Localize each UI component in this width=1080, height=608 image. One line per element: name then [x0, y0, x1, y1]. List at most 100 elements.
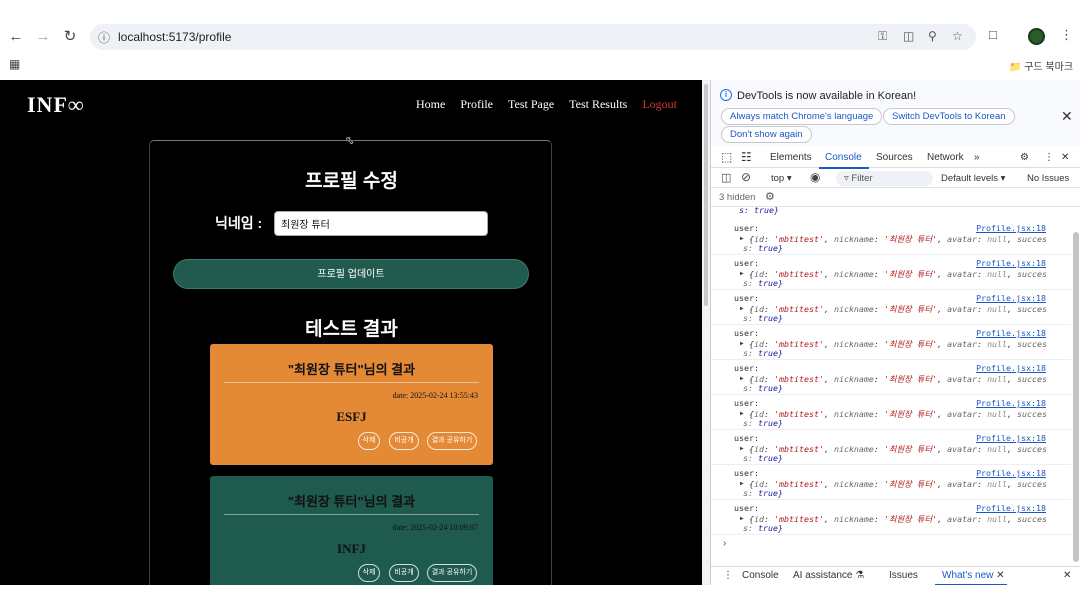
- log-source-link[interactable]: Profile.jsx:18: [976, 258, 1046, 268]
- update-profile-button[interactable]: 프로필 업데이트: [173, 259, 529, 289]
- bookmark-bar: ▦ 📁 구드 북마크: [0, 54, 1080, 76]
- log-source-link[interactable]: Profile.jsx:18: [976, 363, 1046, 373]
- log-object[interactable]: {id: 'mbtitest', nickname: '최원장 튜터', ava…: [739, 233, 1047, 245]
- translate-icon[interactable]: ◫: [903, 29, 914, 43]
- log-label: user:: [734, 468, 759, 478]
- drawer-tab-ai-assistance[interactable]: AI assistance ⚗: [793, 570, 864, 581]
- result-heading: "최원장 튜터"님의 결과: [287, 362, 416, 377]
- log-success-key: succes: [1017, 514, 1048, 524]
- log-levels-select[interactable]: Default levels ▾: [941, 173, 1005, 184]
- sidebar-icon[interactable]: ◫: [721, 171, 731, 184]
- log-nickname-value: '최원장 튜터': [883, 479, 938, 489]
- share-result-button[interactable]: 결과 공유하기: [427, 432, 477, 450]
- console-settings-icon[interactable]: ⚙: [765, 190, 775, 203]
- console-scrollbar[interactable]: [1073, 232, 1079, 562]
- nickname-input[interactable]: [274, 211, 488, 236]
- tab-console[interactable]: Console: [825, 152, 862, 163]
- log-s-key: s:: [743, 278, 753, 288]
- log-source-link[interactable]: Profile.jsx:18: [976, 503, 1046, 513]
- delete-button[interactable]: 삭제: [358, 564, 380, 582]
- filter-input[interactable]: ▿ Filter: [836, 171, 933, 186]
- console-log-area: s: true} user: Profile.jsx:18 ▶ {id: 'mbti…: [711, 207, 1071, 556]
- nav-logout[interactable]: Logout: [642, 97, 677, 111]
- log-source-link[interactable]: Profile.jsx:18: [976, 398, 1046, 408]
- back-icon[interactable]: ←: [6, 27, 26, 47]
- extensions-icon[interactable]: □: [989, 27, 997, 42]
- log-object[interactable]: {id: 'mbtitest', nickname: '최원장 튜터', ava…: [739, 268, 1047, 280]
- context-value: top: [771, 173, 785, 184]
- menu-icon[interactable]: ⋮: [1060, 27, 1073, 43]
- nav-home[interactable]: Home: [416, 97, 445, 111]
- console-prompt[interactable]: ›: [723, 538, 726, 549]
- site-logo[interactable]: INF∞: [27, 92, 85, 118]
- log-true-value: true}: [758, 243, 783, 253]
- chevron-down-icon: ▾: [1000, 173, 1006, 184]
- log-avatar-value: null: [987, 514, 1008, 524]
- site-info-icon[interactable]: ⓘ: [98, 29, 110, 46]
- log-object[interactable]: {id: 'mbtitest', nickname: '최원장 튜터', ava…: [739, 303, 1047, 315]
- log-source-link[interactable]: Profile.jsx:18: [976, 328, 1046, 338]
- drawer-menu-icon[interactable]: ⋮: [723, 570, 733, 581]
- log-source-link[interactable]: Profile.jsx:18: [976, 293, 1046, 303]
- reload-icon[interactable]: ↻: [60, 27, 80, 47]
- more-tabs-icon[interactable]: »: [974, 152, 980, 163]
- nav-test-page[interactable]: Test Page: [508, 97, 554, 111]
- log-avatar-value: null: [987, 269, 1008, 279]
- device-toolbar-icon[interactable]: ☷: [741, 150, 752, 164]
- address-bar[interactable]: ⓘ localhost:5173/profile ⚿ ◫ ⚲ ☆: [90, 24, 976, 50]
- key-icon[interactable]: ⚿: [878, 29, 887, 44]
- log-source-link[interactable]: Profile.jsx:18: [976, 223, 1046, 233]
- share-result-button[interactable]: 결과 공유하기: [427, 564, 477, 582]
- issues-count[interactable]: No Issues: [1027, 173, 1069, 184]
- log-object[interactable]: {id: 'mbtitest', nickname: '최원장 튜터', ava…: [739, 408, 1047, 420]
- star-icon[interactable]: ☆: [952, 29, 963, 43]
- close-tab-icon[interactable]: ✕: [996, 570, 1004, 581]
- close-devtools-icon[interactable]: ✕: [1061, 152, 1069, 163]
- clear-console-icon[interactable]: ⊘: [741, 170, 751, 184]
- nav-test-results[interactable]: Test Results: [569, 97, 627, 111]
- delete-button[interactable]: 삭제: [358, 432, 380, 450]
- divider: [224, 514, 479, 515]
- zoom-icon[interactable]: ⚲: [928, 29, 937, 43]
- settings-icon[interactable]: ⚙: [1020, 152, 1029, 163]
- tab-elements[interactable]: Elements: [770, 152, 812, 163]
- tab-sources[interactable]: Sources: [876, 152, 913, 163]
- log-nickname-value: '최원장 튜터': [883, 234, 938, 244]
- drawer-tab-issues[interactable]: Issues: [889, 570, 918, 581]
- log-object[interactable]: {id: 'mbtitest', nickname: '최원장 튜터', ava…: [739, 513, 1047, 525]
- drawer-tab-whats-new[interactable]: What's new ✕: [942, 570, 1005, 581]
- match-language-button[interactable]: Always match Chrome's language: [721, 108, 883, 125]
- web-page: INF∞ Home Profile Test Page Test Results…: [0, 80, 702, 585]
- log-true-value: true}: [758, 523, 783, 533]
- page-scrollbar[interactable]: [704, 84, 708, 306]
- apps-grid-icon[interactable]: ▦: [9, 57, 20, 71]
- context-select[interactable]: top ▾: [771, 173, 792, 184]
- private-button[interactable]: 비공개: [389, 432, 419, 450]
- tab-network[interactable]: Network: [927, 152, 964, 163]
- private-button[interactable]: 비공개: [389, 564, 419, 582]
- log-object[interactable]: {id: 'mbtitest', nickname: '최원장 튜터', ava…: [739, 478, 1047, 490]
- switch-korean-button[interactable]: Switch DevTools to Korean: [883, 108, 1015, 125]
- log-nickname-value: '최원장 튜터': [883, 339, 938, 349]
- log-object[interactable]: {id: 'mbtitest', nickname: '최원장 튜터', ava…: [739, 338, 1047, 350]
- log-s-key: s:: [743, 243, 753, 253]
- log-object[interactable]: {id: 'mbtitest', nickname: '최원장 튜터', ava…: [739, 443, 1047, 455]
- console-log-entry: user: Profile.jsx:18 ▶ {id: 'mbtitest', ni…: [711, 360, 1071, 395]
- close-drawer-icon[interactable]: ✕: [1063, 570, 1071, 581]
- log-object-cont: s: true}: [743, 418, 783, 428]
- eye-icon[interactable]: ◉: [810, 170, 820, 184]
- dont-show-button[interactable]: Don't show again: [721, 126, 812, 143]
- close-icon[interactable]: ✕: [1061, 108, 1073, 125]
- nav-profile[interactable]: Profile: [460, 97, 493, 111]
- chevron-down-icon: ▾: [786, 173, 792, 184]
- forward-icon[interactable]: →: [33, 27, 53, 47]
- log-object[interactable]: {id: 'mbtitest', nickname: '최원장 튜터', ava…: [739, 373, 1047, 385]
- log-source-link[interactable]: Profile.jsx:18: [976, 433, 1046, 443]
- log-source-link[interactable]: Profile.jsx:18: [976, 468, 1046, 478]
- bookmark-folder[interactable]: 📁 구드 북마크: [1009, 58, 1073, 73]
- drawer-tab-console[interactable]: Console: [742, 570, 779, 581]
- log-s-key: s:: [743, 418, 753, 428]
- more-options-icon[interactable]: ⋮: [1044, 152, 1054, 163]
- profile-avatar[interactable]: [1028, 28, 1045, 45]
- inspect-icon[interactable]: ⬚: [721, 150, 732, 164]
